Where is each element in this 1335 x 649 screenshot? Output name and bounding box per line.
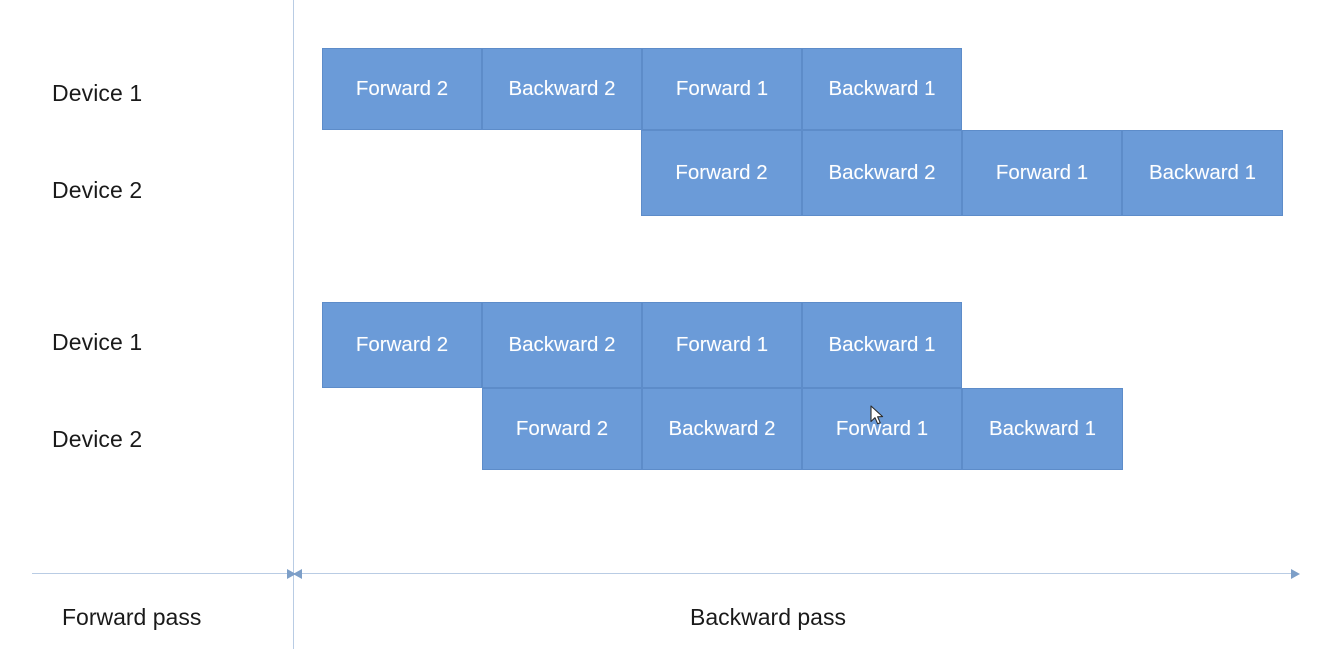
schedule-block-label: Forward 1 bbox=[675, 333, 769, 356]
device-row-label: Device 1 bbox=[52, 329, 143, 355]
device-row-label: Device 1 bbox=[52, 80, 143, 106]
axis-line-segment bbox=[302, 573, 1291, 574]
schedule-block-label: Forward 1 bbox=[835, 417, 929, 440]
device-row-label: Device 2 bbox=[52, 177, 143, 203]
schedule-block-label: Backward 1 bbox=[828, 333, 936, 356]
schedule-block: Backward 1 bbox=[962, 388, 1123, 470]
schedule-block-label: Forward 2 bbox=[355, 333, 449, 356]
axis-line-segment bbox=[32, 573, 287, 574]
schedule-block-label: Forward 1 bbox=[995, 161, 1089, 184]
axis-section-label: Forward pass bbox=[62, 604, 202, 630]
schedule-block-label: Forward 1 bbox=[675, 77, 769, 100]
schedule-block: Backward 2 bbox=[482, 48, 642, 130]
schedule-block: Forward 1 bbox=[962, 130, 1122, 216]
schedule-block: Forward 1 bbox=[642, 302, 802, 388]
schedule-block: Backward 2 bbox=[642, 388, 802, 470]
pass-divider-line bbox=[293, 0, 294, 649]
schedule-block: Backward 1 bbox=[1122, 130, 1283, 216]
schedule-block: Forward 2 bbox=[641, 130, 802, 216]
schedule-block: Forward 2 bbox=[322, 48, 482, 130]
schedule-block-label: Backward 2 bbox=[508, 77, 616, 100]
schedule-block: Forward 2 bbox=[322, 302, 482, 388]
schedule-block-label: Backward 1 bbox=[1148, 161, 1257, 184]
axis-section-label: Backward pass bbox=[690, 604, 846, 630]
schedule-block-label: Forward 2 bbox=[355, 77, 449, 100]
schedule-block-label: Backward 2 bbox=[508, 333, 616, 356]
schedule-block: Backward 2 bbox=[482, 302, 642, 388]
schedule-block-label: Backward 2 bbox=[828, 161, 936, 184]
schedule-block: Forward 1 bbox=[802, 388, 962, 470]
schedule-block: Forward 1 bbox=[642, 48, 802, 130]
schedule-block: Backward 2 bbox=[802, 130, 962, 216]
schedule-block: Backward 1 bbox=[802, 302, 962, 388]
schedule-block: Forward 2 bbox=[482, 388, 642, 470]
axis-arrow-right-end bbox=[1291, 569, 1300, 579]
schedule-block-label: Backward 2 bbox=[668, 417, 776, 440]
schedule-block-label: Backward 1 bbox=[988, 417, 1097, 440]
axis-arrow-left-backward bbox=[293, 569, 302, 579]
schedule-block-label: Forward 2 bbox=[675, 161, 768, 184]
pipeline-schedule-diagram: Device 1 Forward 2 Backward 2 Forward 1 Back… bbox=[0, 0, 1335, 649]
schedule-block-label: Forward 2 bbox=[515, 417, 609, 440]
schedule-block-label: Backward 1 bbox=[828, 77, 936, 100]
device-row-label: Device 2 bbox=[52, 426, 143, 452]
schedule-block: Backward 1 bbox=[802, 48, 962, 130]
